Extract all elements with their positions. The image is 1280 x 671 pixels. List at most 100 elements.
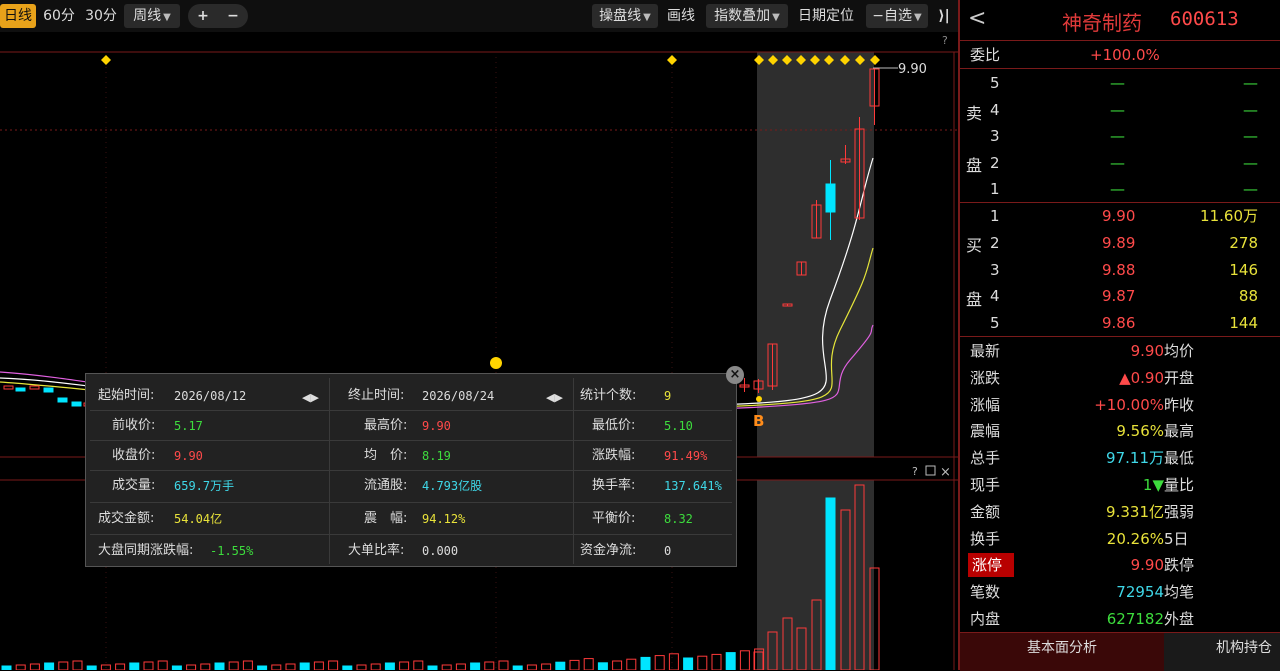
buy-row[interactable]: 5 9.86 144	[960, 310, 1280, 336]
sell-volume: —	[1243, 127, 1258, 145]
buy-price: 9.90	[1102, 207, 1136, 225]
high-label: 最高价:	[364, 418, 408, 433]
watchlist-dropdown[interactable]: −自选 ▼	[866, 4, 928, 28]
net-flow-value: 0	[664, 544, 672, 558]
volume-bar	[129, 662, 140, 670]
candle	[57, 397, 68, 403]
volume-bar	[157, 660, 168, 670]
volume-bar	[739, 650, 750, 670]
end-time-label: 终止时间:	[348, 388, 405, 403]
draw-line-button[interactable]: 画线	[662, 4, 700, 28]
quote-label-secondary: 昨收	[1164, 395, 1195, 414]
volume-bar	[569, 659, 580, 670]
candle	[43, 387, 54, 393]
volume-bar	[555, 661, 566, 670]
volume-bar	[1, 665, 12, 670]
volume-close-icon: ×	[940, 465, 951, 480]
buy-volume: 144	[1229, 314, 1258, 333]
volume-bar	[86, 665, 97, 670]
market-change-value: -1.55%	[210, 544, 254, 558]
zoom-in-button[interactable]: +	[188, 4, 218, 28]
start-time-label: 起始时间:	[98, 388, 155, 403]
volume-bar	[697, 655, 708, 670]
end-time-value: 2026/08/24	[422, 389, 495, 403]
sell-row[interactable]: 3 — —	[960, 123, 1280, 149]
price-label: 9.90	[898, 62, 927, 77]
selected-range-band-volume	[757, 480, 874, 670]
period-tab-30min[interactable]: 30分	[82, 4, 120, 28]
quote-label: 涨幅	[970, 395, 1001, 414]
volume-bar	[612, 660, 623, 670]
volume-bar	[825, 497, 836, 670]
date-locate-button[interactable]: 日期定位	[792, 4, 860, 28]
amount-label: 成交金额:	[98, 511, 155, 526]
sell-row[interactable]: 4 — —	[960, 97, 1280, 123]
quote-label-secondary: 量比	[1164, 476, 1195, 494]
panel-tabs: 基本面分析 机构持仓	[960, 632, 1280, 671]
buy-row[interactable]: 2 9.89 278	[960, 230, 1280, 256]
buy-volume: 88	[1238, 287, 1258, 306]
sell-row[interactable]: 2 — —	[960, 150, 1280, 176]
quote-row: 总手 97.11万 最低	[960, 445, 1194, 471]
volume-bar	[683, 657, 694, 670]
volume-bar	[640, 656, 651, 670]
float-shares-value: 4.793亿股	[422, 479, 483, 493]
buy-level: 5	[990, 314, 1000, 333]
volume-bar	[526, 664, 537, 670]
end-time-stepper-icon[interactable]: ◀▶	[546, 391, 563, 404]
quote-value: +10.00%	[1094, 395, 1164, 414]
quote-value: 627182	[1106, 610, 1164, 628]
volume-label: 成交量:	[112, 478, 156, 493]
tab-fundamental-analysis[interactable]: 基本面分析	[960, 633, 1164, 671]
quote-label: 换手	[970, 529, 1001, 548]
close-icon[interactable]: ×	[726, 366, 744, 384]
quote-value: 9.56%	[1116, 422, 1164, 441]
amount-value: 54.04亿	[174, 512, 223, 526]
watchlist-minus-icon: −	[872, 8, 885, 24]
collapse-panel-icon[interactable]: ⟩|	[934, 4, 954, 28]
back-icon[interactable]: <	[968, 6, 986, 31]
volume-bar	[171, 665, 182, 670]
big-order-value: 0.000	[422, 544, 459, 558]
start-time-value: 2026/08/12	[174, 389, 247, 403]
operation-line-dropdown[interactable]: 操盘线 ▼	[592, 4, 658, 28]
volume-bar	[72, 660, 83, 670]
volume-bar	[328, 660, 339, 670]
sell-volume: —	[1243, 153, 1258, 172]
volume-bar	[356, 664, 367, 670]
quote-label-secondary: 最高	[1164, 422, 1195, 441]
sell-row[interactable]: 5 — —	[960, 70, 1280, 96]
quote-value: 9.90	[1130, 556, 1164, 575]
candle	[3, 385, 14, 390]
volume-bar	[342, 665, 353, 670]
volume-bar	[115, 663, 126, 670]
start-time-stepper-icon[interactable]: ◀▶	[302, 391, 319, 404]
period-dropdown-weekly[interactable]: 周线 ▼	[124, 4, 180, 28]
buy-row[interactable]: 1 9.90 11.60万	[960, 203, 1280, 229]
zoom-out-button[interactable]: −	[218, 4, 248, 28]
quote-row: 涨跌 ▲0.90 开盘	[960, 365, 1194, 391]
buy-row[interactable]: 4 9.87 88	[960, 283, 1280, 309]
tab-institutional-holdings[interactable]: 机构持仓	[1216, 633, 1272, 671]
quote-row: 震幅 9.56% 最高	[960, 418, 1194, 444]
kline-chart[interactable]: 9.90 B ? ×	[0, 32, 958, 670]
sell-level: 3	[990, 127, 1000, 145]
buy-volume: 278	[1229, 233, 1258, 252]
low-value: 5.10	[664, 419, 693, 433]
volume-bar	[470, 662, 481, 670]
count-label: 统计个数:	[580, 388, 637, 403]
volume-maximize-icon	[925, 465, 936, 476]
index-overlay-dropdown[interactable]: 指数叠加 ▼	[706, 4, 788, 28]
buy-row[interactable]: 3 9.88 146	[960, 257, 1280, 283]
quote-value: 20.26%	[1106, 529, 1164, 548]
operation-line-label: 操盘线	[599, 8, 642, 24]
quote-label: 现手	[970, 476, 1001, 494]
sell-row[interactable]: 1 — —	[960, 176, 1280, 202]
period-tab-daily[interactable]: 日线	[0, 4, 36, 28]
period-tab-60min[interactable]: 60分	[40, 4, 78, 28]
buy-volume: 11.60万	[1200, 207, 1258, 225]
sell-price: —	[1110, 74, 1125, 92]
quote-row: 换手 20.26% 5日	[960, 526, 1189, 552]
volume-bar	[299, 662, 310, 670]
avg-value: 8.19	[422, 449, 451, 463]
